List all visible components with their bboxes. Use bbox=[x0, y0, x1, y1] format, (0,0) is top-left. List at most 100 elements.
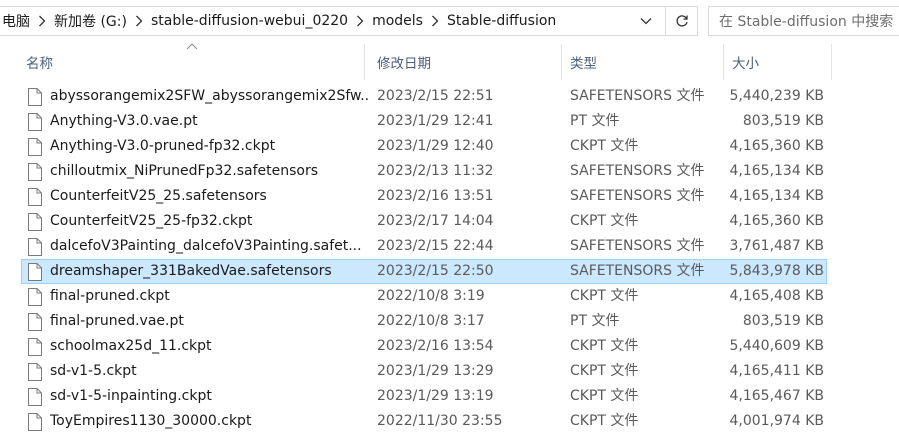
file-type: PT 文件 bbox=[570, 113, 620, 129]
file-date: 2023/1/29 12:41 bbox=[377, 113, 494, 129]
file-row[interactable]: CounterfeitV25_25.safetensors 2023/2/16 … bbox=[21, 184, 827, 209]
address-bar-region: 电脑 新加卷 (G:) stable-diffusion-webui_0220 … bbox=[0, 0, 899, 42]
breadcrumb-models[interactable]: models bbox=[370, 13, 425, 29]
file-icon bbox=[28, 88, 42, 106]
breadcrumb-stable-diffusion[interactable]: Stable-diffusion bbox=[445, 13, 558, 29]
file-icon bbox=[28, 163, 42, 181]
chevron-right-icon[interactable] bbox=[129, 15, 149, 27]
file-date: 2023/2/16 13:51 bbox=[377, 188, 494, 204]
file-name: abyssorangemix2SFW_abyssorangemix2Sfw... bbox=[50, 88, 370, 104]
file-name: dreamshaper_331BakedVae.safetensors bbox=[50, 263, 332, 279]
file-name: sd-v1-5-inpainting.ckpt bbox=[50, 388, 212, 404]
file-size: 5,440,609 KB bbox=[729, 338, 825, 354]
refresh-icon bbox=[675, 15, 688, 27]
file-name: sd-v1-5.ckpt bbox=[50, 363, 137, 379]
file-icon bbox=[28, 263, 42, 281]
file-size: 4,165,134 KB bbox=[729, 163, 825, 179]
file-name: dalcefoV3Painting_dalcefoV3Painting.safe… bbox=[50, 238, 362, 254]
file-name: Anything-V3.0.vae.pt bbox=[50, 113, 198, 129]
file-icon bbox=[28, 188, 42, 206]
file-type: CKPT 文件 bbox=[570, 288, 639, 304]
file-type: CKPT 文件 bbox=[570, 213, 639, 229]
file-type: CKPT 文件 bbox=[570, 363, 639, 379]
file-date: 2023/1/29 13:19 bbox=[377, 388, 494, 404]
file-name: schoolmax25d_11.ckpt bbox=[50, 338, 212, 354]
file-size: 4,165,360 KB bbox=[729, 213, 825, 229]
column-header-date[interactable]: 修改日期 bbox=[369, 44, 562, 80]
file-name: CounterfeitV25_25-fp32.ckpt bbox=[50, 213, 253, 229]
file-row[interactable]: ToyEmpires1130_30000.ckpt 2022/11/30 23:… bbox=[21, 409, 827, 434]
file-icon bbox=[28, 288, 42, 306]
file-type: SAFETENSORS 文件 bbox=[570, 163, 705, 179]
file-row[interactable]: final-pruned.vae.pt 2022/10/8 3:17 PT 文件… bbox=[21, 309, 827, 334]
file-date: 2022/10/8 3:19 bbox=[377, 288, 485, 304]
file-date: 2023/2/17 14:04 bbox=[377, 213, 494, 229]
file-icon bbox=[28, 338, 42, 356]
file-name: final-pruned.vae.pt bbox=[50, 313, 184, 329]
file-row[interactable]: sd-v1-5.ckpt 2023/1/29 13:29 CKPT 文件 4,1… bbox=[21, 359, 827, 384]
file-date: 2023/1/29 13:29 bbox=[377, 363, 494, 379]
file-row[interactable]: Anything-V3.0-pruned-fp32.ckpt 2023/1/29… bbox=[21, 134, 827, 159]
file-row[interactable]: schoolmax25d_11.ckpt 2023/2/16 13:54 CKP… bbox=[21, 334, 827, 359]
file-date: 2023/2/13 11:32 bbox=[377, 163, 494, 179]
file-row[interactable]: chilloutmix_NiPrunedFp32.safetensors 202… bbox=[21, 159, 827, 184]
file-icon bbox=[28, 363, 42, 381]
file-row[interactable]: Anything-V3.0.vae.pt 2023/1/29 12:41 PT … bbox=[21, 109, 827, 134]
file-type: SAFETENSORS 文件 bbox=[570, 88, 705, 104]
file-size: 4,165,408 KB bbox=[729, 288, 825, 304]
column-header-size[interactable]: 大小 bbox=[724, 44, 832, 80]
file-icon bbox=[28, 138, 42, 156]
file-name: final-pruned.ckpt bbox=[50, 288, 170, 304]
file-size: 5,843,978 KB bbox=[729, 263, 825, 279]
chevron-right-icon[interactable] bbox=[425, 15, 445, 27]
file-icon bbox=[28, 113, 42, 131]
file-date: 2023/2/16 13:54 bbox=[377, 338, 494, 354]
refresh-button[interactable] bbox=[666, 6, 698, 36]
file-type: PT 文件 bbox=[570, 313, 620, 329]
breadcrumb-computer[interactable]: 电脑 bbox=[0, 11, 32, 31]
file-size: 5,440,239 KB bbox=[729, 88, 825, 104]
breadcrumb-drive[interactable]: 新加卷 (G:) bbox=[52, 11, 129, 31]
file-size: 4,001,974 KB bbox=[729, 413, 825, 429]
file-size: 4,165,467 KB bbox=[729, 388, 825, 404]
file-name: CounterfeitV25_25.safetensors bbox=[50, 188, 267, 204]
file-type: CKPT 文件 bbox=[570, 138, 639, 154]
address-bar[interactable]: 电脑 新加卷 (G:) stable-diffusion-webui_0220 … bbox=[0, 6, 666, 36]
file-date: 2023/1/29 12:40 bbox=[377, 138, 494, 154]
file-type: SAFETENSORS 文件 bbox=[570, 263, 705, 279]
column-header-type[interactable]: 类型 bbox=[562, 44, 724, 80]
chevron-down-icon[interactable] bbox=[628, 7, 664, 35]
file-type: CKPT 文件 bbox=[570, 388, 639, 404]
file-type: SAFETENSORS 文件 bbox=[570, 188, 705, 204]
column-header-bar: 名称 修改日期 类型 大小 bbox=[0, 43, 899, 80]
file-date: 2022/11/30 23:55 bbox=[377, 413, 503, 429]
file-row[interactable]: sd-v1-5-inpainting.ckpt 2023/1/29 13:19 … bbox=[21, 384, 827, 409]
file-size: 803,519 KB bbox=[742, 113, 824, 129]
file-type: CKPT 文件 bbox=[570, 413, 639, 429]
breadcrumb-webui-folder[interactable]: stable-diffusion-webui_0220 bbox=[149, 13, 350, 29]
file-size: 4,165,134 KB bbox=[729, 188, 825, 204]
file-size: 3,761,487 KB bbox=[729, 238, 825, 254]
column-header-name[interactable]: 名称 bbox=[18, 44, 365, 80]
file-row-selected[interactable]: dreamshaper_331BakedVae.safetensors 2023… bbox=[21, 259, 827, 284]
file-date: 2022/10/8 3:17 bbox=[377, 313, 485, 329]
file-type: CKPT 文件 bbox=[570, 338, 639, 354]
file-row[interactable]: dalcefoV3Painting_dalcefoV3Painting.safe… bbox=[21, 234, 827, 259]
file-row[interactable]: abyssorangemix2SFW_abyssorangemix2Sfw...… bbox=[21, 84, 827, 109]
file-icon bbox=[28, 313, 42, 331]
search-input[interactable]: 在 Stable-diffusion 中搜索 bbox=[708, 6, 899, 36]
chevron-right-icon[interactable] bbox=[350, 15, 370, 27]
file-size: 4,165,411 KB bbox=[729, 363, 825, 379]
file-date: 2023/2/15 22:50 bbox=[377, 263, 494, 279]
file-date: 2023/2/15 22:51 bbox=[377, 88, 494, 104]
file-size: 4,165,360 KB bbox=[729, 138, 825, 154]
file-name: Anything-V3.0-pruned-fp32.ckpt bbox=[50, 138, 276, 154]
file-row[interactable]: CounterfeitV25_25-fp32.ckpt 2023/2/17 14… bbox=[21, 209, 827, 234]
file-type: SAFETENSORS 文件 bbox=[570, 238, 705, 254]
file-icon bbox=[28, 238, 42, 256]
chevron-right-icon[interactable] bbox=[32, 15, 52, 27]
file-icon bbox=[28, 213, 42, 231]
file-size: 803,519 KB bbox=[742, 313, 824, 329]
file-row[interactable]: final-pruned.ckpt 2022/10/8 3:19 CKPT 文件… bbox=[21, 284, 827, 309]
file-name: chilloutmix_NiPrunedFp32.safetensors bbox=[50, 163, 319, 179]
